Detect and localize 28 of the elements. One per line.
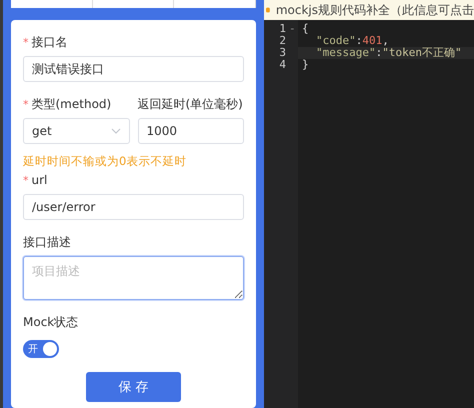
field-label: 返回延时(单位毫秒): [138, 96, 243, 112]
fold-marker[interactable]: -: [289, 23, 295, 35]
required-mark: *: [23, 36, 28, 48]
info-banner[interactable]: mockjs规则代码补全（此信息可点击: [264, 0, 474, 20]
line-number: 2: [279, 35, 286, 47]
delay-input[interactable]: 1000: [138, 118, 244, 144]
code-line: "code":401,: [315, 35, 390, 47]
field-label: url: [32, 173, 48, 187]
required-mark: *: [23, 174, 28, 186]
save-button[interactable]: 保 存: [86, 372, 181, 402]
line-number: 1: [279, 23, 286, 35]
hint-text: 延时时间不输或为0表示不延时: [23, 154, 188, 169]
banner-text: mockjs规则代码补全（此信息可点击: [276, 2, 474, 18]
line-number: 4: [279, 59, 286, 71]
mock-switch[interactable]: 开: [23, 340, 59, 358]
field-label: Mock状态: [23, 314, 78, 330]
required-mark: *: [23, 98, 28, 110]
description-textarea[interactable]: 项目描述: [23, 256, 244, 300]
url-input[interactable]: /user/error: [23, 194, 244, 220]
field-label: 接口名: [32, 34, 68, 50]
code-line: }: [301, 59, 310, 71]
chevron-down-icon: [110, 128, 120, 134]
field-label: 类型(method): [32, 96, 112, 112]
code-line: {: [301, 23, 310, 35]
name-input[interactable]: 测试错误接口: [23, 56, 244, 82]
field-label: 接口描述: [23, 234, 71, 250]
line-number: 3: [279, 47, 286, 59]
method-select[interactable]: get: [23, 118, 130, 144]
